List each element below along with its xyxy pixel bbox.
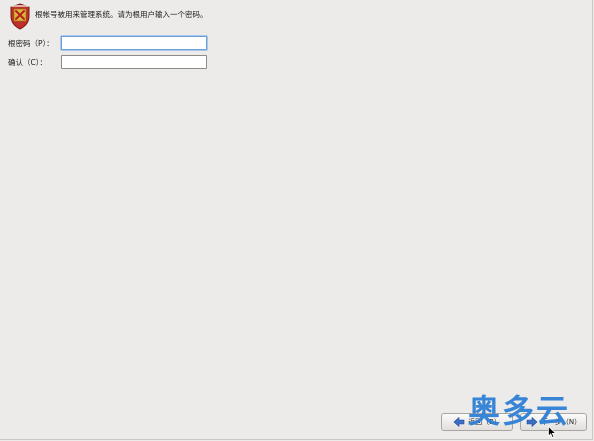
root-password-field[interactable] <box>61 36 207 50</box>
next-button-label: 下一步（N） <box>540 418 582 426</box>
arrow-left-icon <box>453 417 465 427</box>
password-label: 根密码（P）： <box>8 39 54 48</box>
header-description: 根帐号被用来管理系统。请为根用户输入一个密码。 <box>35 10 208 19</box>
back-button-label: 返回（B） <box>468 418 501 426</box>
back-button[interactable]: 返回（B） <box>441 413 513 431</box>
installer-window: 根帐号被用来管理系统。请为根用户输入一个密码。 根密码（P）： 确认（C）： 返… <box>0 0 593 440</box>
arrow-right-icon <box>526 417 538 427</box>
root-shield-icon <box>10 3 30 30</box>
confirm-label: 确认（C）： <box>8 58 47 67</box>
confirm-password-field[interactable] <box>61 55 207 69</box>
mouse-pointer-icon <box>548 426 556 438</box>
